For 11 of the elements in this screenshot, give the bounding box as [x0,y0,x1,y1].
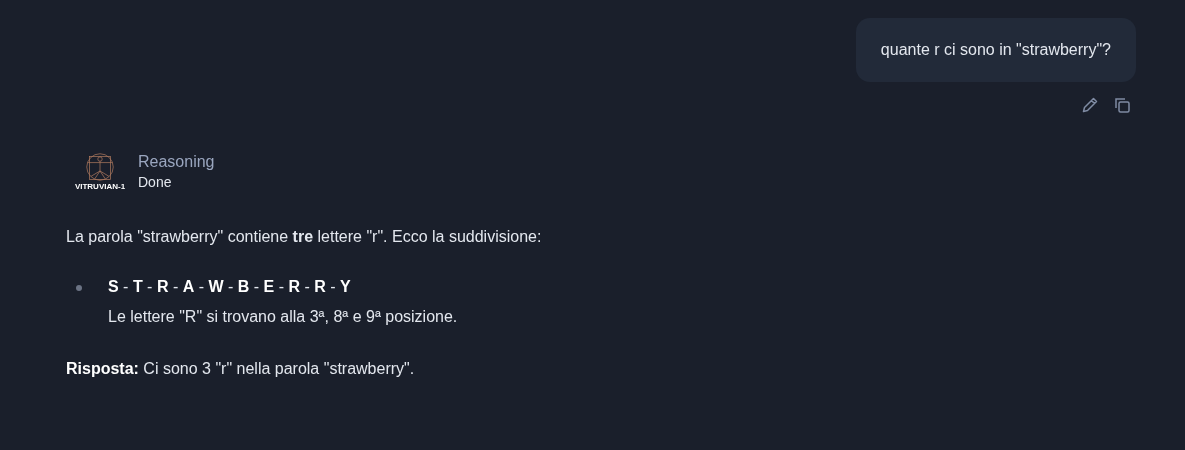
bullet-icon [76,285,82,291]
copy-icon[interactable] [1112,95,1132,115]
reasoning-status: Done [138,173,173,191]
user-message: quante r ci sono in "strawberry"? [855,18,1136,82]
bullet-detail: Le lettere "R" si trovano alla 3ª, 8ª e 9ª posizione. [108,307,458,327]
avatar-label: VITRUVIAN-1 [74,181,126,191]
paragraph: La parola "strawberry" contiene tre lettere "r". Ecco la suddivisione: [66,227,543,247]
reasoning-toggle[interactable]: Reasoning [138,151,215,173]
edit-icon[interactable] [1080,95,1100,115]
letter-breakdown: S - T - R - A - W - B - E - R - R - Y [108,277,352,297]
answer-text: Risposta: Ci sono 3 "r" nella parola "strawberry". [66,359,416,379]
